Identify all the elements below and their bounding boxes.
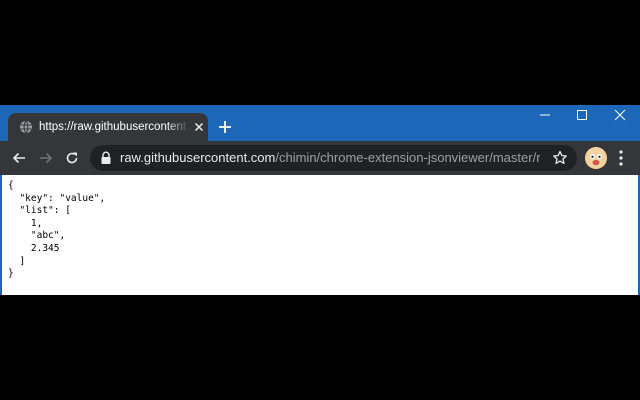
globe-icon [20, 120, 32, 134]
back-button[interactable] [8, 147, 30, 169]
close-icon[interactable] [192, 120, 206, 134]
close-window-icon [614, 109, 626, 121]
url-host: raw.githubusercontent.com [120, 150, 276, 165]
minimize-icon [540, 114, 550, 116]
active-tab[interactable]: https://raw.githubusercontent.com/chimin… [8, 113, 208, 141]
close-window-button[interactable] [606, 109, 634, 127]
forward-button[interactable] [35, 147, 57, 169]
reload-icon [66, 152, 78, 164]
tab-title: https://raw.githubusercontent.com/chimin… [39, 113, 189, 141]
maximize-icon [577, 110, 587, 120]
url-path: /chimin/chrome-extension-jsonviewer/mast… [275, 150, 540, 165]
star-icon[interactable] [552, 150, 568, 166]
url-text[interactable]: raw.githubusercontent.com/chimin/chrome-… [120, 145, 540, 171]
raw-json-text: { "key": "value", "list": [ 1, "abc", 2.… [8, 180, 106, 280]
browser-window: https://raw.githubusercontent.com/chimin… [0, 105, 640, 295]
avatar[interactable] [585, 147, 607, 169]
forward-arrow-icon [40, 152, 53, 164]
minimize-button[interactable] [531, 109, 559, 127]
address-bar[interactable]: raw.githubusercontent.com/chimin/chrome-… [90, 145, 577, 171]
page-content: { "key": "value", "list": [ 1, "abc", 2.… [0, 175, 640, 295]
menu-icon[interactable] [615, 149, 627, 167]
avatar-icon [585, 147, 607, 169]
lock-icon [101, 151, 111, 164]
reload-button[interactable] [61, 147, 83, 169]
back-arrow-icon [12, 152, 25, 164]
plus-icon[interactable] [216, 118, 234, 136]
title-bar: https://raw.githubusercontent.com/chimin… [0, 105, 640, 141]
toolbar: raw.githubusercontent.com/chimin/chrome-… [0, 141, 640, 175]
maximize-button[interactable] [568, 109, 596, 127]
